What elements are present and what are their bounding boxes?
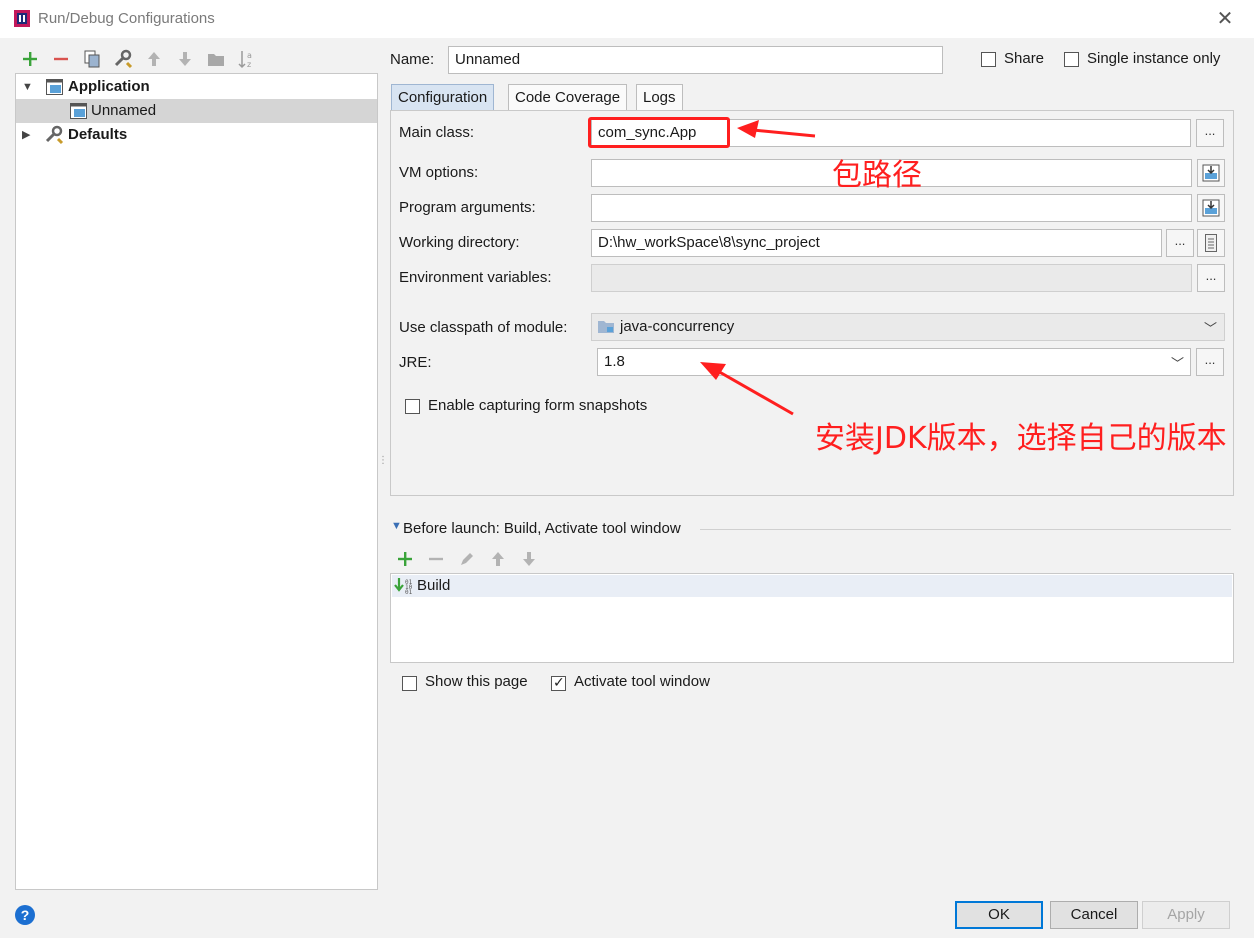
module-folder-icon [598,321,614,333]
svg-text:z: z [247,60,251,69]
environment-variables-label: Environment variables: [399,269,552,286]
ok-button[interactable]: OK [955,901,1043,929]
divider [700,529,1231,530]
intellij-app-icon [14,10,30,27]
tree-item-application[interactable]: ▼ Application [16,75,377,99]
edit-task-icon[interactable] [456,548,478,570]
list-item-label: Build [417,577,451,594]
collapse-triangle-icon[interactable]: ▼ [391,520,402,532]
vm-options-label: VM options: [399,164,479,181]
before-launch-header: Before launch: Build, Activate tool wind… [403,520,681,537]
annotation-package-path: 包路径 [832,158,922,193]
svg-text:a: a [247,51,252,60]
chevron-down-icon[interactable]: ▼ [22,75,33,99]
annotation-arrow [700,362,794,416]
expand-field-icon [1202,164,1220,182]
enable-capturing-checkbox[interactable] [405,399,420,414]
working-directory-input[interactable]: D:\hw_workSpace\8\sync_project [591,229,1162,257]
document-icon [1205,234,1217,252]
tree-item-label: Unnamed [91,102,157,119]
activate-tool-window-label: Activate tool window [574,673,710,690]
main-class-browse-button[interactable]: ... [1196,119,1224,147]
cancel-button[interactable]: Cancel [1050,901,1138,929]
sort-icon[interactable]: az [236,48,258,70]
remove-task-icon[interactable] [425,548,447,570]
annotation-arrow [737,120,816,138]
application-icon [46,79,63,95]
share-label: Share [1004,50,1045,67]
close-icon[interactable]: ✕ [1212,6,1238,32]
tab-configuration[interactable]: Configuration [391,84,495,111]
svg-text:01: 01 [405,589,413,595]
environment-variables-input[interactable] [591,264,1192,292]
jre-label: JRE: [399,354,432,371]
configuration-tree[interactable]: ▼ Application Unnamed ▶ Defaults [15,73,378,890]
move-down-icon[interactable] [174,48,196,70]
annotation-jdk-version: 安装JDK版本，选择自己的版本 [815,421,1227,456]
move-task-down-icon[interactable] [518,548,540,570]
splitter-handle[interactable]: ⋮ [378,456,388,476]
program-arguments-input[interactable] [591,194,1192,222]
main-class-highlight [588,117,730,148]
tab-code-coverage[interactable]: Code Coverage [508,84,628,111]
main-class-label: Main class: [399,124,475,141]
classpath-module-label: Use classpath of module: [399,319,568,336]
chevron-down-icon[interactable]: ﹀ [1171,353,1184,372]
build-icon: 01 10 01 [394,578,413,595]
tree-item-unnamed[interactable]: Unnamed [16,99,377,123]
before-launch-list[interactable]: 01 10 01 Build [390,573,1234,663]
move-up-icon[interactable] [143,48,165,70]
folder-icon[interactable] [205,48,227,70]
tree-item-defaults[interactable]: ▶ Defaults [16,123,377,147]
edit-defaults-icon[interactable] [112,48,134,70]
chevron-down-icon[interactable]: ﹀ [1204,318,1217,337]
program-arguments-label: Program arguments: [399,199,536,216]
working-directory-label: Working directory: [399,234,520,251]
jre-browse-button[interactable]: ... [1196,348,1224,376]
remove-icon[interactable] [50,48,72,70]
environment-variables-browse-button[interactable]: ... [1197,264,1225,292]
activate-tool-window-checkbox[interactable] [551,674,566,691]
list-item[interactable]: 01 10 01 Build [392,575,1232,597]
help-icon[interactable]: ? [15,905,35,925]
single-instance-label: Single instance only [1087,50,1221,67]
copy-icon[interactable] [81,48,103,70]
jre-select[interactable]: 1.8 [597,348,1191,376]
title-bar: Run/Debug Configurations ✕ [0,0,1254,38]
classpath-module-select[interactable]: java-concurrency [591,313,1225,341]
program-arguments-expand-button[interactable] [1197,194,1225,222]
single-instance-checkbox[interactable] [1064,52,1079,67]
application-icon [70,103,87,119]
name-label: Name: [390,51,435,68]
chevron-right-icon[interactable]: ▶ [22,123,30,147]
tree-item-label: Defaults [68,126,128,143]
show-this-page-checkbox[interactable] [402,676,417,691]
move-task-up-icon[interactable] [487,548,509,570]
add-icon[interactable] [19,48,41,70]
tree-item-label: Application [68,78,150,95]
share-checkbox[interactable] [981,52,996,67]
tab-logs[interactable]: Logs [636,84,683,111]
enable-capturing-label: Enable capturing form snapshots [428,397,648,414]
working-directory-macros-button[interactable] [1197,229,1225,257]
expand-field-icon [1202,199,1220,217]
show-this-page-label: Show this page [425,673,528,690]
add-task-icon[interactable] [394,548,416,570]
vm-options-expand-button[interactable] [1197,159,1225,187]
wrench-icon [45,125,64,145]
window-title: Run/Debug Configurations [38,10,215,27]
working-directory-browse-button[interactable]: ... [1166,229,1194,257]
name-input[interactable]: Unnamed [448,46,943,74]
apply-button[interactable]: Apply [1142,901,1230,929]
